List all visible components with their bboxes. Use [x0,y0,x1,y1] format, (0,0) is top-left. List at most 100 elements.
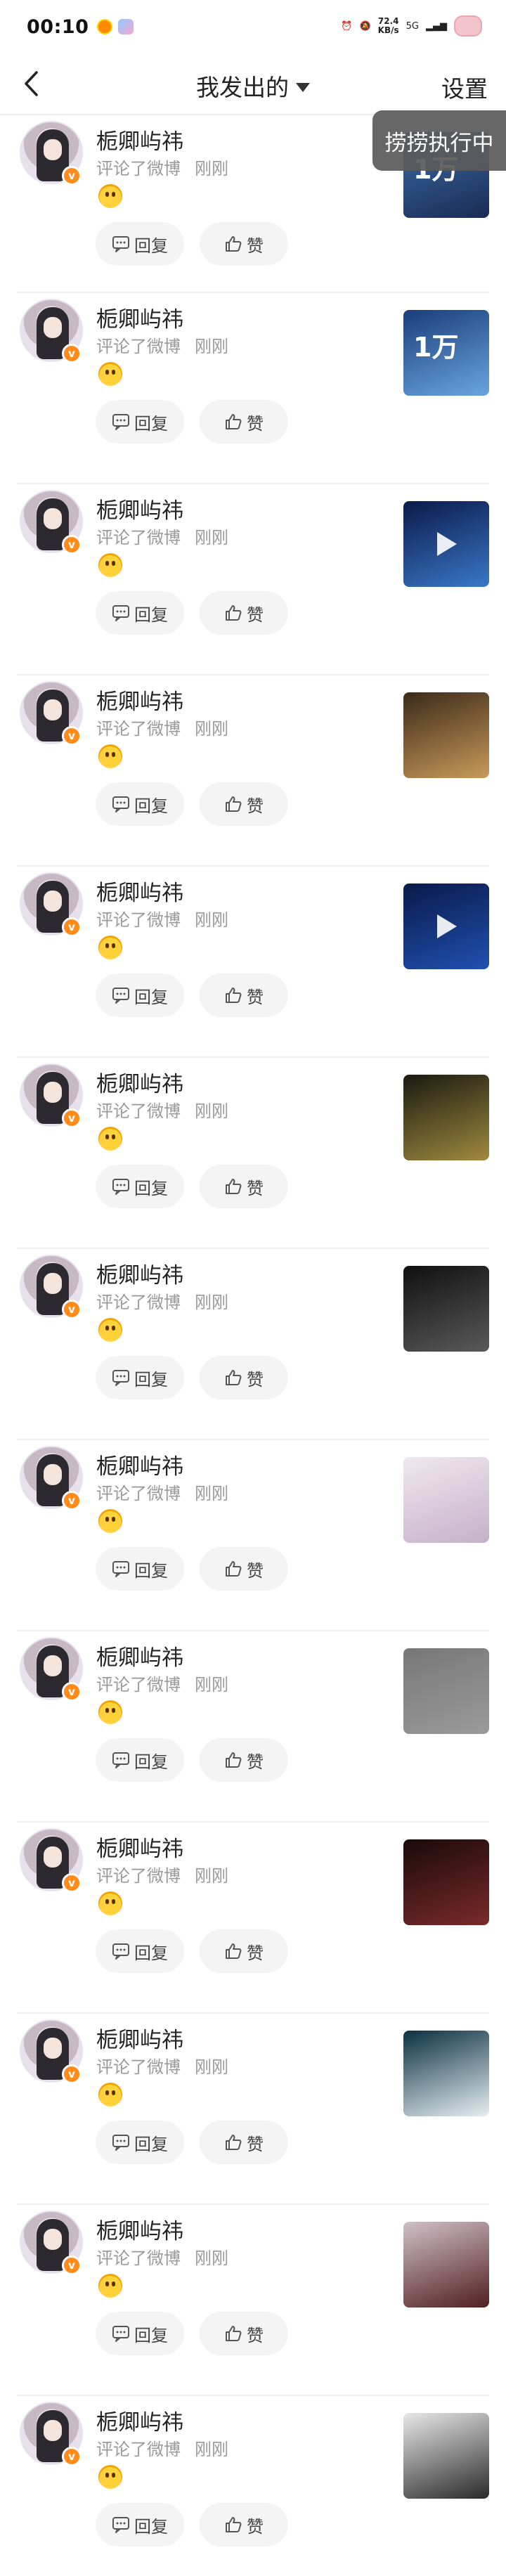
like-button[interactable]: 赞 [200,1356,288,1399]
reply-icon [112,414,129,430]
emoji-icon [98,936,122,959]
weibo-thumbnail[interactable] [403,692,489,778]
comment-item[interactable]: v 栀卿屿祎 评论了微博 刚刚 回复 赞 [17,1440,489,1631]
username[interactable]: 栀卿屿祎 [96,302,183,333]
comment-action: 评论了微博 [96,1293,181,1312]
username[interactable]: 栀卿屿祎 [96,875,183,907]
like-button[interactable]: 赞 [200,1929,288,1973]
like-button[interactable]: 赞 [200,222,288,266]
like-button[interactable]: 赞 [200,2503,288,2546]
like-button[interactable]: 赞 [200,1547,288,1591]
comment-item[interactable]: v 栀卿屿祎 评论了微博 刚刚 回复 赞 [17,867,489,1058]
comment-item[interactable]: v 栀卿屿祎 评论了微博 刚刚 回复 赞 [17,1058,489,1249]
comment-item[interactable]: v 栀卿屿祎 评论了微博 刚刚 回复 赞 [17,675,489,867]
comment-action: 评论了微博 [96,2057,181,2077]
play-icon [437,532,457,556]
weibo-thumbnail[interactable] [403,2031,489,2116]
verified-badge-icon: v [62,2064,82,2084]
like-button[interactable]: 赞 [200,1165,288,1208]
reply-button[interactable]: 回复 [96,1356,184,1399]
comment-item[interactable]: v 栀卿屿祎 评论了微博 刚刚 回复 赞 [17,1631,489,1823]
username[interactable]: 栀卿屿祎 [96,1257,183,1289]
weibo-thumbnail[interactable] [403,1266,489,1352]
comment-item[interactable]: v 栀卿屿祎 评论了微博 刚刚 回复 赞 [17,2205,489,2396]
reply-button[interactable]: 回复 [96,2503,184,2546]
title-dropdown[interactable]: 我发出的 [0,69,506,103]
reply-button[interactable]: 回复 [96,2121,184,2164]
avatar-face [44,2038,62,2059]
comment-meta: 评论了微博 刚刚 [96,524,228,548]
username[interactable]: 栀卿屿祎 [96,493,183,524]
like-label: 赞 [247,1943,264,1963]
reply-button[interactable]: 回复 [96,1738,184,1782]
reply-button[interactable]: 回复 [96,222,184,266]
comment-action: 评论了微博 [96,528,181,548]
reply-button[interactable]: 回复 [96,400,184,444]
comment-item[interactable]: v 栀卿屿祎 评论了微博 刚刚 回复 赞 [17,1823,489,2014]
comment-time: 刚刚 [195,1101,228,1121]
username[interactable]: 栀卿屿祎 [96,1066,183,1098]
settings-button[interactable]: 设置 [441,70,488,104]
thumbs-up-icon [226,2135,242,2150]
signal-label: 5G [406,20,419,32]
reply-button[interactable]: 回复 [96,2312,184,2355]
thumbs-up-icon [226,796,242,812]
alarm-icon: ⏰ [341,20,353,32]
comment-time: 刚刚 [195,1484,228,1503]
verified-badge-icon: v [62,917,82,937]
reply-icon [112,1370,129,1386]
like-button[interactable]: 赞 [200,2121,288,2164]
reply-label: 回复 [134,2516,168,2537]
weibo-thumbnail[interactable] [403,1457,489,1543]
like-button[interactable]: 赞 [200,782,288,826]
reply-label: 回复 [134,235,168,256]
like-button[interactable]: 赞 [200,973,288,1017]
comment-item[interactable]: v 栀卿屿祎 评论了微博刚刚 回复 赞 1万 [17,293,489,484]
username[interactable]: 栀卿屿祎 [96,684,183,716]
username[interactable]: 栀卿屿祎 [96,1831,183,1863]
comment-list: v 栀卿屿祎 评论了微博刚刚 回复 赞 1万 v 栀卿屿祎 评论了微博刚刚 [0,115,506,2576]
comment-item[interactable]: v 栀卿屿祎 评论了微博 刚刚 回复 赞 [17,2014,489,2205]
weibo-thumbnail[interactable] [403,2222,489,2308]
comment-time: 刚刚 [195,910,228,930]
status-time: 00:10 [27,15,89,38]
like-button[interactable]: 赞 [200,1738,288,1782]
username[interactable]: 栀卿屿祎 [96,2213,183,2245]
username[interactable]: 栀卿屿祎 [96,2405,183,2436]
reply-button[interactable]: 回复 [96,973,184,1017]
reply-icon [112,1752,129,1768]
weibo-thumbnail[interactable] [403,884,489,969]
comment-actions: 回复 赞 [96,222,288,266]
weibo-notification-icon [97,19,113,34]
reply-button[interactable]: 回复 [96,591,184,635]
username[interactable]: 栀卿屿祎 [96,1449,183,1480]
weibo-thumbnail[interactable] [403,2413,489,2499]
like-button[interactable]: 赞 [200,591,288,635]
emoji-icon [98,1700,122,1724]
like-label: 赞 [247,1178,264,1198]
username[interactable]: 栀卿屿祎 [96,124,183,155]
verified-badge-icon: v [62,535,82,555]
like-label: 赞 [247,1369,264,1390]
comment-item[interactable]: v 栀卿屿祎 评论了微博 刚刚 回复 赞 [17,484,489,675]
comment-meta: 评论了微博 刚刚 [96,1671,228,1695]
like-button[interactable]: 赞 [200,400,288,444]
weibo-thumbnail[interactable]: 1万 [403,310,489,396]
reply-button[interactable]: 回复 [96,1547,184,1591]
weibo-thumbnail[interactable] [403,1075,489,1160]
weibo-thumbnail[interactable] [403,501,489,587]
username[interactable]: 栀卿屿祎 [96,2022,183,2054]
reply-button[interactable]: 回复 [96,1165,184,1208]
page-title: 我发出的 [196,74,289,101]
signal-icon: ▂▄▆ [426,20,447,32]
reply-button[interactable]: 回复 [96,782,184,826]
thumbs-up-icon [226,2326,242,2341]
like-button[interactable]: 赞 [200,2312,288,2355]
username[interactable]: 栀卿屿祎 [96,1640,183,1671]
comment-item[interactable]: v 栀卿屿祎 评论了微博 刚刚 回复 赞 [17,1249,489,1440]
weibo-thumbnail[interactable] [403,1648,489,1734]
comment-action: 评论了微博 [96,159,181,179]
comment-item[interactable]: v 栀卿屿祎 评论了微博 刚刚 回复 赞 [17,2396,489,2576]
weibo-thumbnail[interactable] [403,1839,489,1925]
reply-button[interactable]: 回复 [96,1929,184,1973]
